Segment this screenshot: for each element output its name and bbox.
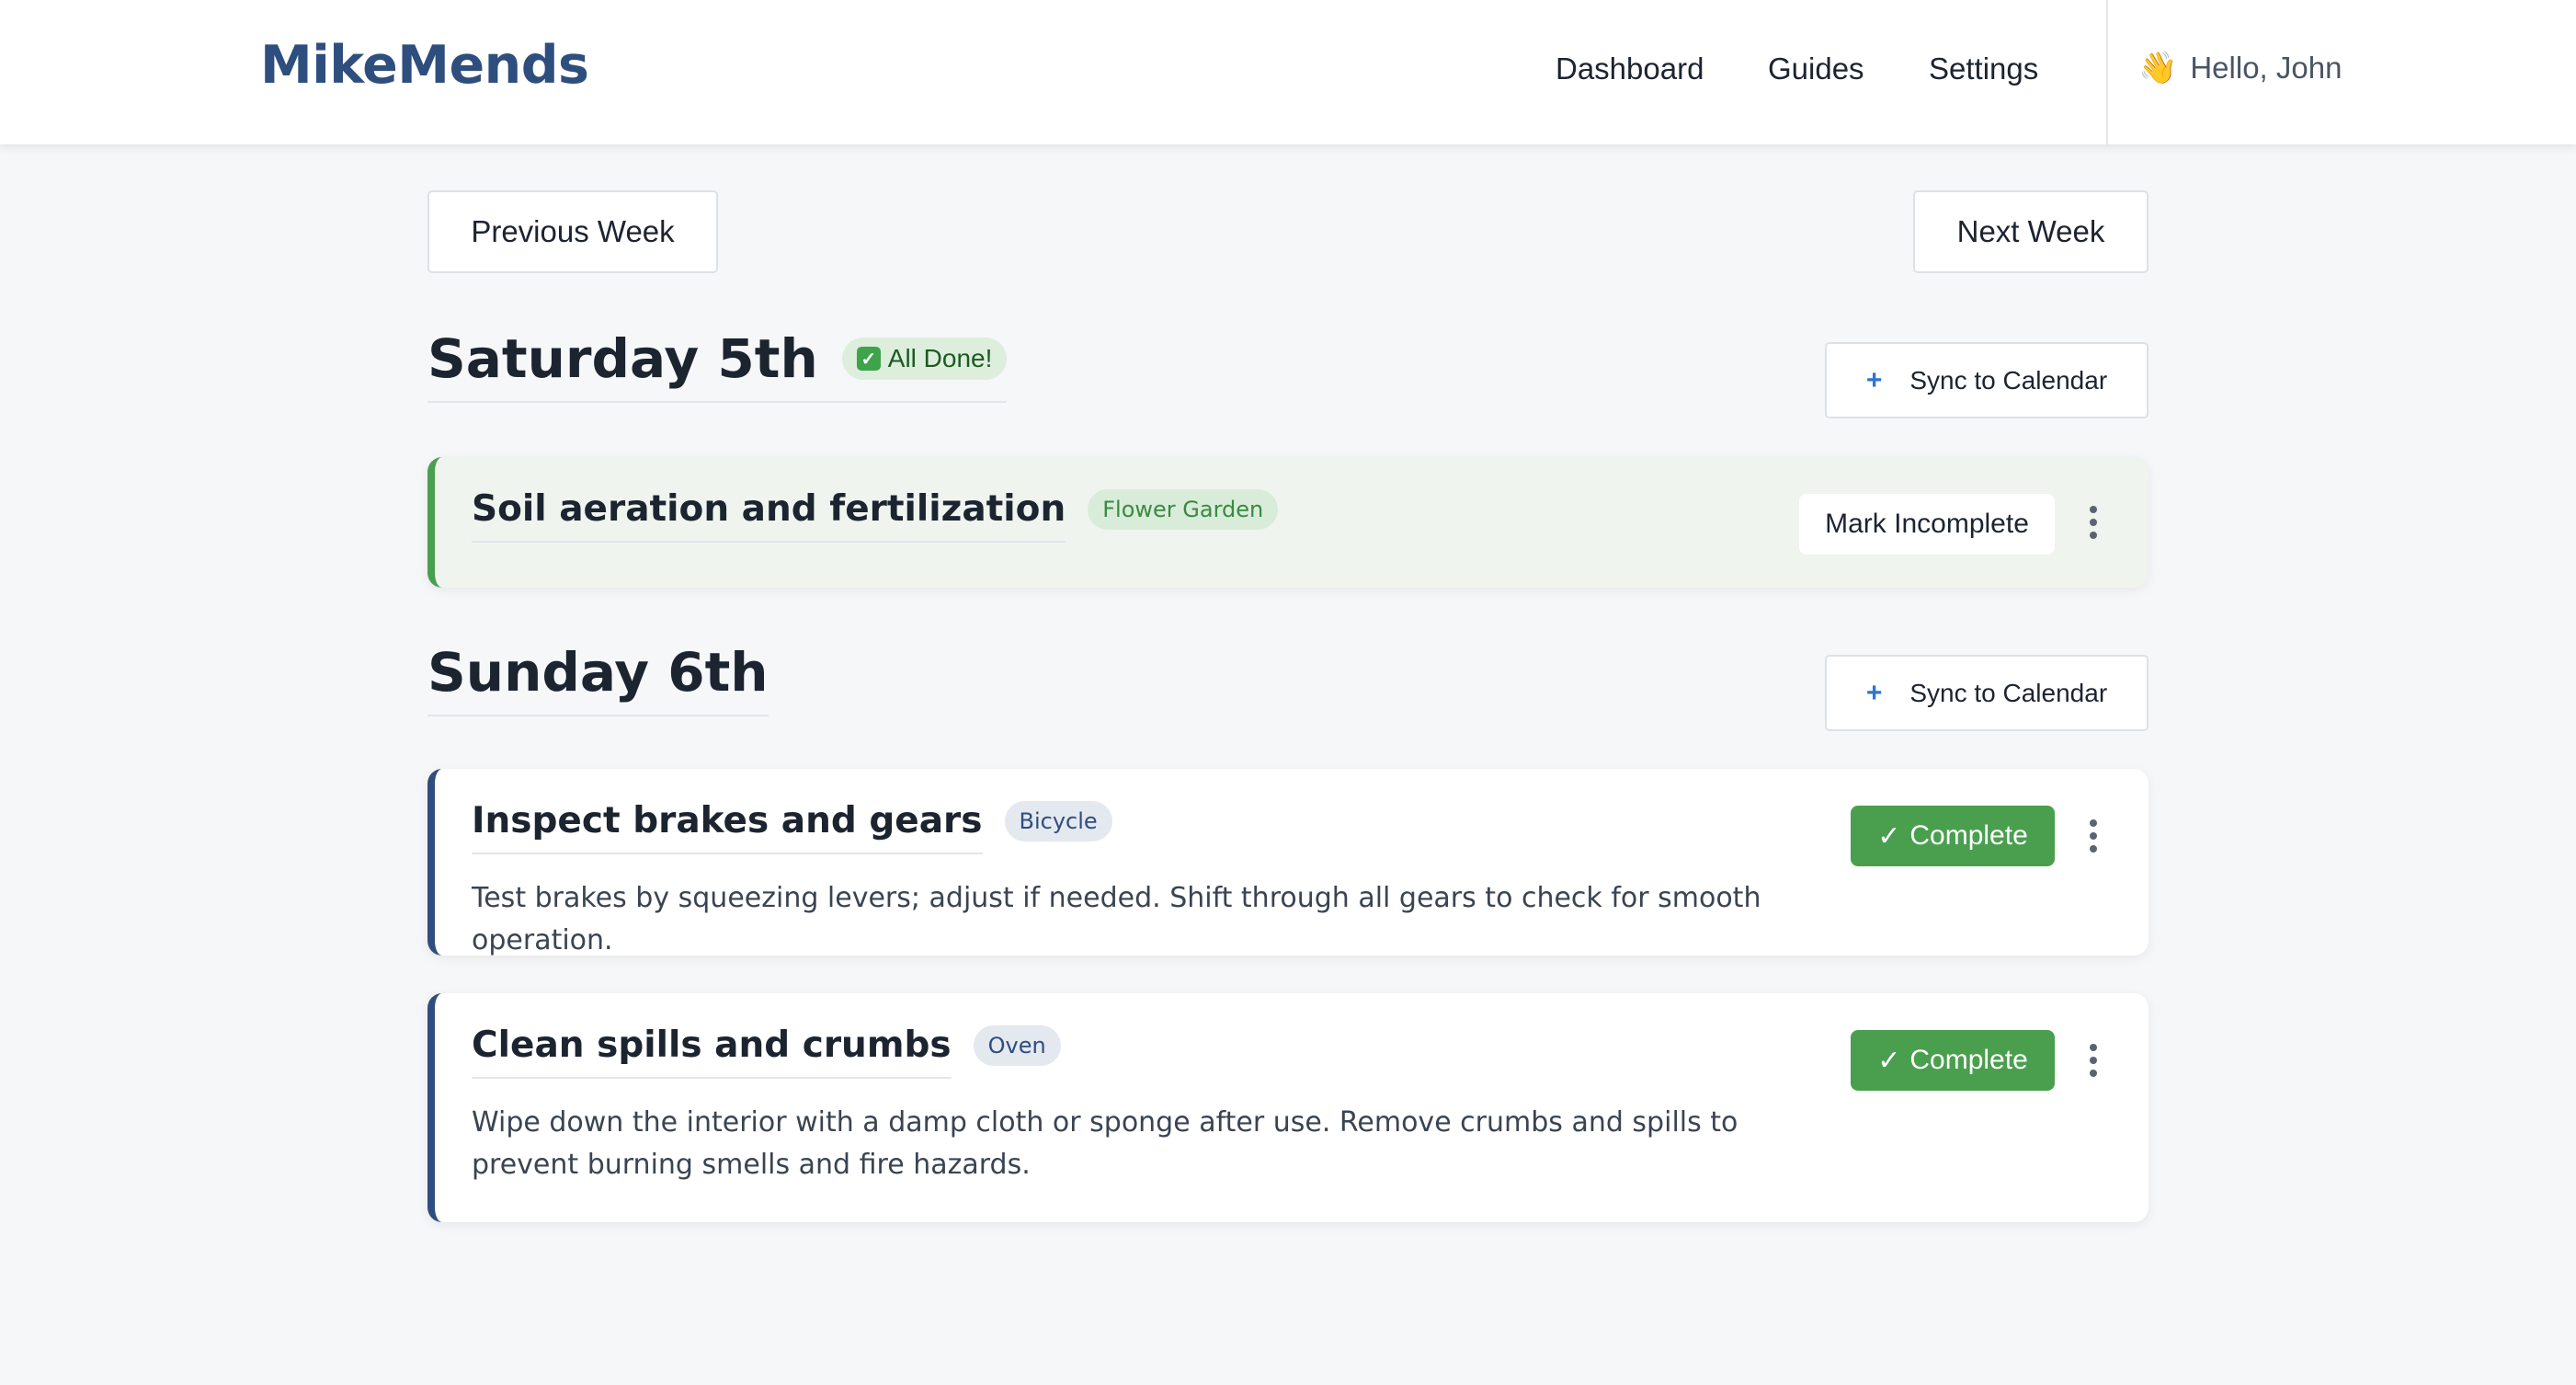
nav-guides[interactable]: Guides — [1768, 52, 1864, 86]
nav-divider — [2106, 0, 2108, 144]
check-icon: ✓ — [1877, 1045, 1901, 1076]
day-title: Sunday 6th — [427, 641, 769, 704]
sync-label: Sync to Calendar — [1909, 678, 2108, 707]
task-card: Inspect brakes and gears Bicycle Test br… — [427, 769, 2149, 956]
page-footer-edge — [0, 1370, 2576, 1385]
task-title: Clean spills and crumbs — [472, 1024, 952, 1079]
sync-label: Sync to Calendar — [1909, 365, 2108, 395]
user-greeting[interactable]: 👋 Hello, John — [2138, 50, 2342, 86]
sync-to-calendar-button[interactable]: + Sync to Calendar — [1825, 655, 2149, 731]
complete-label: Complete — [1909, 1045, 2028, 1075]
task-title-row: Clean spills and crumbs Oven — [472, 1024, 1061, 1079]
task-description: Wipe down the interior with a damp cloth… — [472, 1106, 1738, 1181]
nav-settings[interactable]: Settings — [1929, 52, 2038, 86]
task-title-row: Soil aeration and fertilization Flower G… — [472, 488, 1279, 543]
check-mark-icon: ✓ — [856, 347, 881, 371]
mark-incomplete-button[interactable]: Mark Incomplete — [1799, 494, 2055, 555]
nav-dashboard[interactable]: Dashboard — [1556, 52, 1704, 86]
app-logo[interactable]: MikeMends — [260, 35, 589, 96]
greeting-text: Hello, John — [2190, 51, 2342, 85]
task-tag: Bicycle — [1004, 800, 1112, 841]
day-title: Saturday 5th — [427, 327, 818, 390]
more-options-icon[interactable] — [2080, 1037, 2107, 1083]
plus-icon: + — [1865, 677, 1883, 708]
task-tag: Oven — [973, 1024, 1061, 1066]
waving-hand-icon: 👋 — [2138, 51, 2178, 86]
complete-button[interactable]: ✓ Complete — [1851, 1030, 2055, 1091]
all-done-label: All Done! — [887, 344, 993, 372]
next-week-button[interactable]: Next Week — [1913, 190, 2149, 273]
more-options-icon[interactable] — [2080, 813, 2107, 859]
task-title: Inspect brakes and gears — [472, 800, 983, 854]
task-card: Soil aeration and fertilization Flower G… — [427, 457, 2149, 588]
top-header: MikeMends Dashboard Guides Settings 👋 He… — [0, 0, 2576, 144]
complete-label: Complete — [1909, 820, 2028, 851]
previous-week-button[interactable]: Previous Week — [427, 190, 718, 273]
all-done-badge: ✓ All Done! — [841, 338, 1008, 380]
sync-to-calendar-button[interactable]: + Sync to Calendar — [1825, 342, 2149, 418]
task-description: Test brakes by squeezing levers; adjust … — [472, 882, 1761, 956]
task-title-row: Inspect brakes and gears Bicycle — [472, 800, 1112, 854]
day-heading-sunday: Sunday 6th — [427, 641, 769, 716]
complete-button[interactable]: ✓ Complete — [1851, 806, 2055, 866]
day-heading-saturday: Saturday 5th ✓ All Done! — [427, 327, 1008, 403]
task-card: Clean spills and crumbs Oven Wipe down t… — [427, 993, 2149, 1222]
task-title: Soil aeration and fertilization — [472, 488, 1066, 543]
plus-icon: + — [1865, 364, 1883, 395]
more-options-icon[interactable] — [2080, 499, 2107, 545]
check-icon: ✓ — [1877, 820, 1901, 852]
task-tag: Flower Garden — [1088, 488, 1279, 530]
